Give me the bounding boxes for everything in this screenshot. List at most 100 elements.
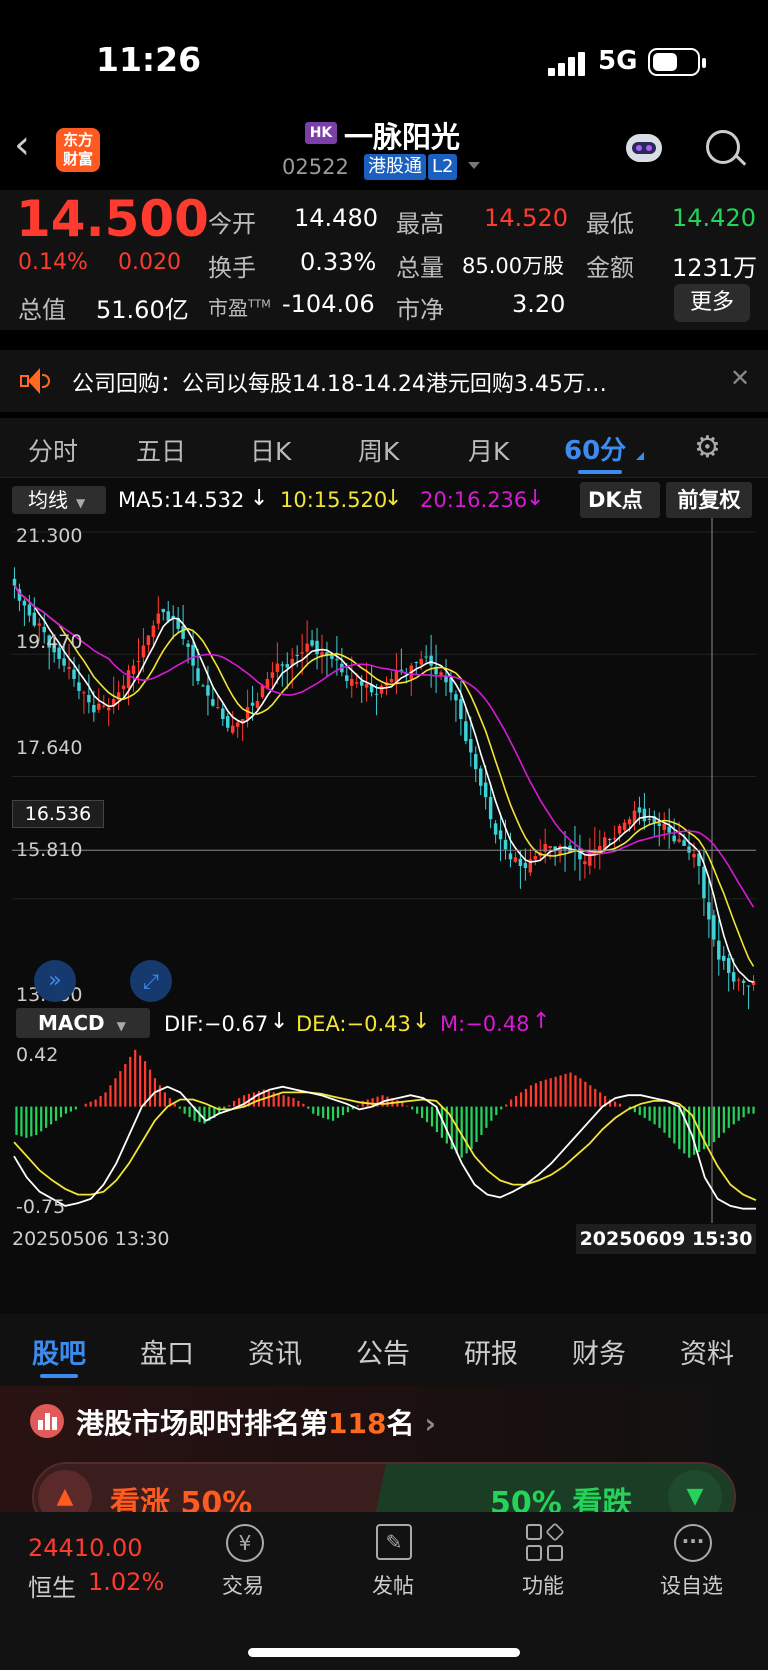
macd-selector[interactable]: MACD ▼: [16, 1008, 150, 1038]
network-label: 5G: [598, 46, 638, 76]
x-end-label: 20250609 15:30: [576, 1224, 756, 1254]
compose-icon[interactable]: ✎: [376, 1524, 412, 1560]
home-indicator: [248, 1648, 520, 1657]
tab-news[interactable]: 资讯: [248, 1332, 302, 1371]
function-label[interactable]: 功能: [522, 1570, 564, 1600]
candle-body: [156, 613, 161, 624]
ma20-legend: 20:16.236: [420, 488, 528, 512]
trade-icon[interactable]: ¥: [226, 1524, 264, 1562]
close-icon[interactable]: ✕: [730, 364, 750, 392]
candle-body: [454, 694, 458, 701]
candle-body: [637, 807, 642, 813]
candle-body: [146, 635, 151, 646]
m-arrow-icon: ↑: [532, 1009, 551, 1034]
tab-finance[interactable]: 财务: [572, 1332, 626, 1371]
candle-body: [741, 980, 746, 983]
high-value: 14.520: [484, 204, 568, 232]
candle-body: [712, 915, 716, 940]
candle-body: [414, 662, 418, 664]
tab-daily-k[interactable]: 日K: [250, 432, 291, 468]
candle-body: [687, 846, 691, 853]
candle-body: [335, 659, 339, 661]
candle-body: [181, 625, 185, 639]
tab-research[interactable]: 研报: [464, 1332, 518, 1371]
candle-body: [617, 825, 622, 834]
candle-body: [548, 845, 552, 849]
candle-body: [82, 692, 86, 694]
notice-bar[interactable]: 公司回购：公司以每股14.18-14.24港元回购3.45万… ✕: [0, 350, 768, 412]
level-tag: L2: [428, 154, 458, 180]
chevron-down-icon: ▼: [116, 1019, 126, 1033]
app-logo[interactable]: 东方 财富: [56, 128, 100, 172]
ma5-arrow-icon: ↓: [250, 486, 269, 511]
candle-body: [533, 855, 538, 860]
mktcap-value: 51.60亿: [96, 296, 189, 324]
chevron-down-icon[interactable]: [468, 162, 480, 169]
candle-body: [667, 826, 671, 833]
candle-body: [126, 670, 131, 689]
double-chevron-right-icon[interactable]: »: [34, 960, 76, 1002]
notice-text: 公司回购：公司以每股14.18-14.24港元回购3.45万…: [72, 372, 607, 397]
candle-body: [191, 644, 195, 666]
dk-button[interactable]: DK点: [580, 482, 660, 518]
tab-monthly-k[interactable]: 月K: [468, 432, 509, 468]
candle-body: [429, 655, 433, 666]
ranking-text: 港股市场即时排名第118名 ›: [76, 1402, 436, 1442]
candle-body: [161, 608, 166, 613]
search-icon[interactable]: [706, 130, 747, 166]
period-tabs: 分时 五日 日K 周K 月K 60分 ⚙: [0, 418, 768, 478]
tab-60min[interactable]: 60分: [564, 430, 626, 467]
tab-weekly-k[interactable]: 周K: [358, 432, 399, 468]
candle-body: [350, 678, 354, 686]
candle-body: [216, 707, 220, 709]
tab-intraday[interactable]: 分时: [28, 432, 78, 468]
tab-profile[interactable]: 资料: [680, 1332, 734, 1371]
ranking-banner[interactable]: 港股市场即时排名第118名 › ▲ 看涨 50% 50% 看跌 ▼: [0, 1386, 768, 1512]
ma5-legend: MA5:14.532: [118, 488, 245, 512]
candle-body: [121, 685, 126, 689]
robot-assistant-icon[interactable]: [622, 128, 666, 168]
candle-body: [726, 957, 731, 973]
trade-label[interactable]: 交易: [222, 1570, 264, 1600]
speaker-icon: [20, 368, 50, 394]
gear-icon[interactable]: ⚙: [694, 430, 721, 465]
more-button[interactable]: 更多: [674, 284, 750, 322]
candle-body: [77, 682, 81, 691]
watchlist-label[interactable]: 设自选: [660, 1570, 723, 1600]
candle-body: [196, 668, 200, 681]
tab-5day[interactable]: 五日: [136, 432, 186, 468]
candle-body: [498, 830, 503, 840]
candle-body: [642, 808, 647, 822]
candle-body: [503, 839, 508, 850]
more-dots-icon[interactable]: ···: [674, 1524, 712, 1562]
tab-pankou[interactable]: 盘口: [140, 1332, 194, 1371]
adjust-button[interactable]: 前复权: [666, 482, 752, 518]
candle-body: [22, 600, 27, 606]
pe-label-text: 市盈: [208, 296, 248, 320]
candle-body: [260, 685, 265, 698]
rank-prefix: 港股市场即时排名第: [76, 1407, 329, 1440]
expand-icon[interactable]: ⤢: [130, 960, 172, 1002]
mktcap-label: 总值: [18, 296, 66, 324]
candle-body: [270, 672, 275, 678]
candle-body: [692, 853, 696, 858]
tab-60min-caret-icon: [636, 452, 644, 460]
tab-guba[interactable]: 股吧: [32, 1332, 86, 1371]
back-icon[interactable]: ‹: [14, 122, 30, 168]
macd-chart[interactable]: [0, 1043, 768, 1223]
tab-announcements[interactable]: 公告: [356, 1332, 410, 1371]
dea-legend: DEA:−0.43: [296, 1012, 411, 1036]
pe-value: -104.06: [282, 290, 375, 318]
grid-icon[interactable]: [526, 1522, 565, 1562]
bull-label: 看涨 50%: [110, 1486, 253, 1512]
candle-body: [280, 664, 285, 666]
candle-body: [379, 685, 384, 694]
candle-body: [166, 611, 170, 621]
candle-body: [736, 979, 741, 981]
index-name: 恒生: [28, 1574, 76, 1602]
post-label[interactable]: 发帖: [372, 1570, 414, 1600]
candle-body: [731, 972, 736, 982]
y-tick-0: 21.300: [16, 525, 83, 547]
ma-selector[interactable]: 均线 ▼: [12, 486, 106, 514]
candle-body: [106, 707, 111, 711]
